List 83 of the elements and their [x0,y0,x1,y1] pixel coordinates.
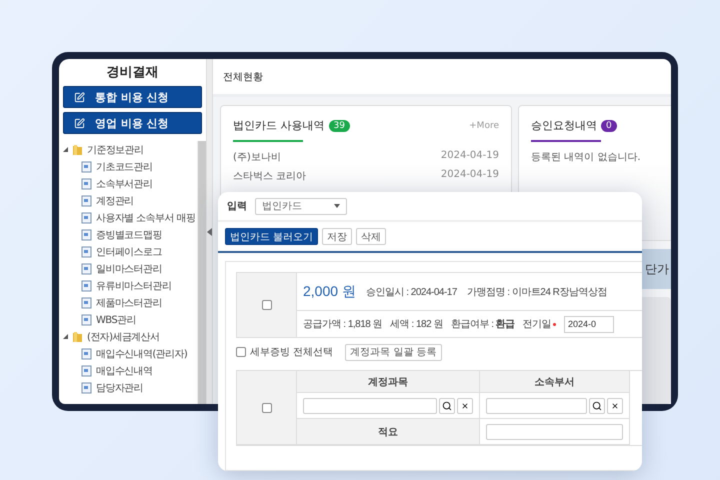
tree-item[interactable]: 인터페이스로그 [96,244,162,258]
scrollbar[interactable] [197,141,206,404]
tree-item[interactable]: 계정관리 [96,194,134,208]
collapse-handle[interactable] [207,59,213,404]
action-button[interactable]: 삭제 [356,228,386,245]
tree-item[interactable]: 소속부서관리 [96,176,152,190]
document-icon [81,160,92,172]
expand-icon[interactable] [63,334,68,339]
expand-icon[interactable] [63,147,68,152]
empty-message: 등록된 내역이 없습니다. [531,151,641,165]
search-icon [442,400,452,410]
document-icon [81,348,92,360]
text-field[interactable] [486,398,587,414]
document-icon [81,280,92,292]
document-icon [81,262,92,274]
tree-item[interactable]: 증빙별코드맵핑 [96,228,162,242]
request-button[interactable]: 영업 비용 신청 [63,112,202,134]
refund-status: 환급여부 : 환급 [450,318,515,331]
field-label: 입력 [227,200,247,213]
select-all-checkbox[interactable]: 세부증빙 전체선택 [236,345,334,359]
tree-item[interactable]: 매입수신내역 [96,364,152,378]
document-icon [81,364,92,376]
tree-item[interactable]: 매입수신내역(관리자) [96,346,188,360]
document-icon [81,296,92,308]
tree-item[interactable]: 일비마스터관리 [96,262,162,276]
checkbox[interactable] [262,402,272,412]
clear-button[interactable] [457,398,473,414]
tree-item[interactable]: 유류비마스터관리 [96,278,172,292]
caret-icon [334,204,340,208]
document-icon [81,228,92,240]
title-underline [531,140,601,142]
bulk-register-button[interactable]: 계정과목 일괄 등록 [345,344,442,360]
count-badge: 39 [328,120,350,132]
supply-amount: 공급가액 : 1,818 원 [303,318,382,331]
document-icon [81,382,92,394]
tree-folder[interactable]: 기준정보관리 [87,142,144,156]
tree-item[interactable]: 사용자별 소속부서 매핑 [96,210,196,224]
date-field[interactable]: 2024-0 [564,316,614,332]
tree-item[interactable]: 제품마스터관리 [96,296,162,310]
clear-button[interactable] [607,398,623,414]
tax-amount: 세액 : 182 원 [390,318,443,331]
type-select[interactable]: 법인카드 [255,198,347,214]
document-icon [81,178,92,190]
request-button[interactable]: 통합 비용 신청 [63,86,202,108]
date-text: 2024-04-19 [440,169,499,182]
action-button[interactable]: 법인카드 불러오기 [225,228,318,245]
checkbox[interactable] [262,300,272,310]
banner-text: 단가 [645,260,669,278]
count-badge: 0 [601,120,617,132]
edit-icon [74,118,85,128]
tree-item[interactable]: WBS관리 [96,312,136,326]
action-button[interactable]: 저장 [322,228,352,245]
document-icon [81,314,92,326]
edit-icon [74,92,85,102]
document-icon [81,194,92,206]
search-button[interactable] [439,398,455,414]
tree-folder[interactable]: (전자)세금계산서 [87,330,160,344]
posting-label: 전기일 [522,317,556,331]
merchant-name: (주)보나비 [233,151,281,165]
approval-date: 승인일시 : 2024-04-17 [366,286,457,298]
merchant-name: 스타벅스 코리아 [233,170,306,184]
close-icon [611,402,619,410]
date-text: 2024-04-19 [440,150,499,163]
folder-icon [72,330,83,342]
folder-icon [72,144,83,156]
row-header: 적요 [297,419,480,445]
text-field[interactable] [303,398,437,414]
tree-item[interactable]: 기초코드관리 [96,160,152,174]
column-header: 계정과목 [297,371,480,393]
card-title: 승인요청내역 [531,118,597,133]
document-icon [81,212,92,224]
close-icon [461,402,469,410]
card-title: 법인카드 사용내역 [233,118,324,133]
document-icon [81,246,92,258]
amount-text: 2,000 원 [303,282,356,300]
title-underline [233,140,303,142]
merchant-text: 가맹점명 : 이마트24 R장남역상점 [466,286,607,298]
tree-item[interactable]: 담당자관리 [96,380,144,394]
search-button[interactable] [589,398,605,414]
memo-field[interactable] [486,424,623,440]
search-icon [592,400,602,410]
sidebar-title: 경비결재 [106,64,160,82]
column-header: 소속부서 [480,371,630,393]
